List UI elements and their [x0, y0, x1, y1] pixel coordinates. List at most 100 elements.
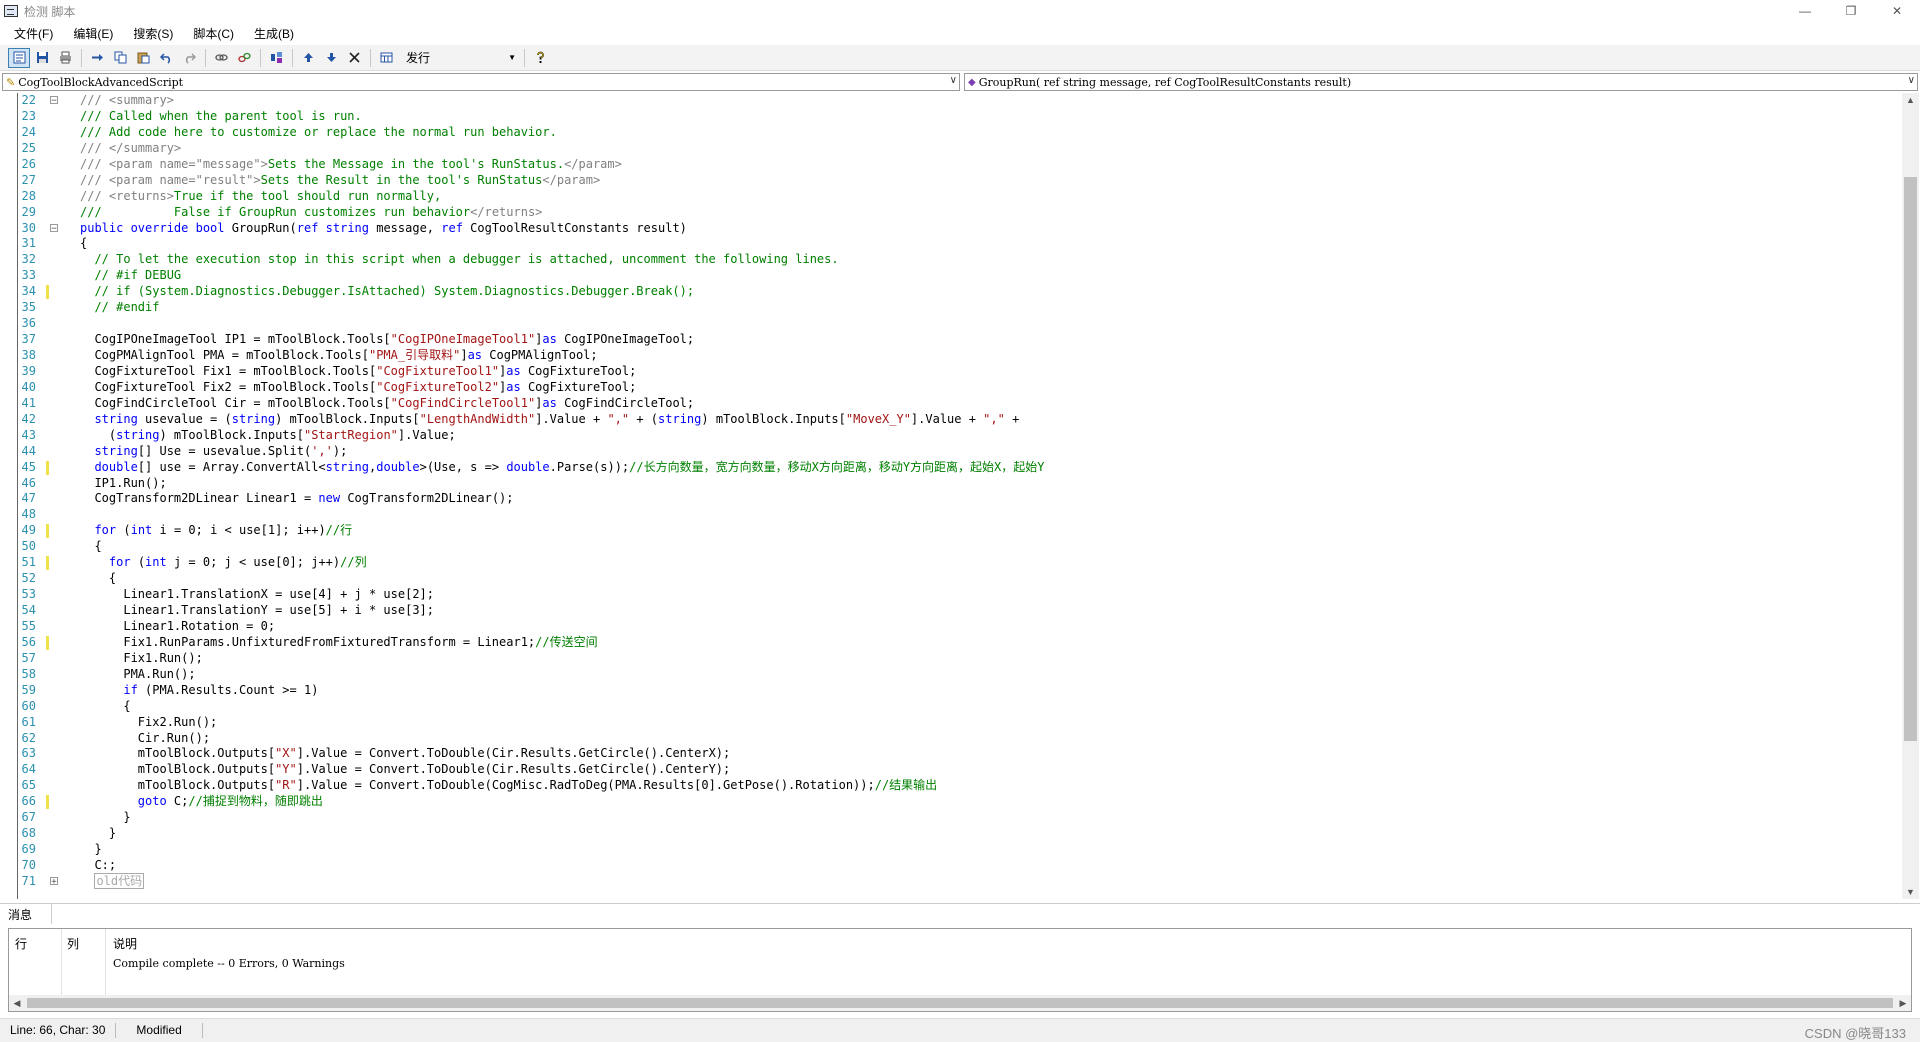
- scroll-right-icon[interactable]: ▶: [1895, 995, 1911, 1011]
- column-header-line[interactable]: 行: [15, 935, 27, 952]
- code-line[interactable]: 26 /// <param name="message">Sets the Mes…: [0, 157, 1900, 173]
- help-button[interactable]: [529, 48, 551, 68]
- code-line[interactable]: 33 // #if DEBUG: [0, 268, 1900, 284]
- menu-edit[interactable]: 编辑(E): [67, 25, 119, 42]
- code-line[interactable]: 53 Linear1.TranslationX = use[4] + j * u…: [0, 587, 1900, 603]
- code-line[interactable]: 68 }: [0, 826, 1900, 842]
- code-line[interactable]: 32 // To let the execution stop in this …: [0, 252, 1900, 268]
- code-line[interactable]: 28 /// <returns>True if the tool should r…: [0, 189, 1900, 205]
- save-button[interactable]: [31, 48, 53, 68]
- scrollbar-thumb[interactable]: [27, 998, 1893, 1008]
- code-line[interactable]: 57 Fix1.Run();: [0, 651, 1900, 667]
- horizontal-scrollbar[interactable]: ◀ ▶: [9, 995, 1911, 1011]
- code-line[interactable]: 50 {: [0, 539, 1900, 555]
- link-button[interactable]: [210, 48, 232, 68]
- menu-script[interactable]: 脚本(C): [187, 25, 240, 42]
- menu-search[interactable]: 搜索(S): [127, 25, 179, 42]
- expand-icon[interactable]: +: [50, 876, 58, 886]
- copy-button[interactable]: [109, 48, 131, 68]
- line-number: 52: [21, 571, 36, 586]
- menu-file[interactable]: 文件(F): [8, 25, 59, 42]
- code-line[interactable]: 40 CogFixtureTool Fix2 = mToolBlock.Tool…: [0, 380, 1900, 396]
- code-line[interactable]: 27 /// <param name="result">Sets the Resu…: [0, 173, 1900, 189]
- scroll-down-icon[interactable]: ▼: [1902, 885, 1919, 899]
- code-line[interactable]: 70 C:;: [0, 858, 1900, 874]
- column-header-col[interactable]: 列: [67, 935, 79, 952]
- code-line[interactable]: 46 IP1.Run();: [0, 476, 1900, 492]
- help-icon: [536, 51, 544, 63]
- code-line[interactable]: 35 // #endif: [0, 300, 1900, 316]
- paste-button[interactable]: [132, 48, 154, 68]
- code-line[interactable]: 25 /// </summary>: [0, 141, 1900, 157]
- code-line[interactable]: 69 }: [0, 842, 1900, 858]
- compile-button[interactable]: [265, 48, 287, 68]
- code-line[interactable]: 49 for (int i = 0; i < use[1]; i++)//行: [0, 523, 1900, 539]
- minimize-button[interactable]: —: [1782, 0, 1828, 22]
- undo-button[interactable]: [155, 48, 177, 68]
- line-number: 22: [21, 93, 36, 107]
- close-button[interactable]: ✕: [1874, 0, 1920, 22]
- code-line[interactable]: 34 // if (System.Diagnostics.Debugger.Is…: [0, 284, 1900, 300]
- code-line[interactable]: 38 CogPMAlignTool PMA = mToolBlock.Tools…: [0, 348, 1900, 364]
- collapse-icon[interactable]: −: [50, 96, 58, 106]
- code-line[interactable]: 60 {: [0, 699, 1900, 715]
- print-button[interactable]: [54, 48, 76, 68]
- code-line[interactable]: 56 Fix1.RunParams.UnfixturedFromFixtured…: [0, 635, 1900, 651]
- code-line[interactable]: 54 Linear1.TranslationY = use[5] + i * u…: [0, 603, 1900, 619]
- code-line[interactable]: 64 mToolBlock.Outputs["Y"].Value = Conve…: [0, 762, 1900, 778]
- indent-button[interactable]: [86, 48, 108, 68]
- build-config-select[interactable]: 发行 ▼: [402, 49, 520, 67]
- method-select[interactable]: ◆ GroupRun( ref string message, ref CogT…: [964, 73, 1918, 91]
- calculator-button[interactable]: [375, 48, 397, 68]
- class-select[interactable]: ✎ CogToolBlockAdvancedScript ∨: [2, 73, 960, 91]
- code-line[interactable]: 47 CogTransform2DLinear Linear1 = new Co…: [0, 491, 1900, 507]
- menu-build[interactable]: 生成(B): [248, 25, 300, 42]
- code-line[interactable]: 55 Linear1.Rotation = 0;: [0, 619, 1900, 635]
- code-editor[interactable]: 22 − /// <summary> 23 /// Called when the pa…: [0, 93, 1920, 899]
- code-line[interactable]: 43 (string) mToolBlock.Inputs["StartRegi…: [0, 428, 1900, 444]
- indent-icon: [91, 54, 103, 61]
- code-line[interactable]: 66 goto C;//捕捉到物料，随即跳出: [0, 794, 1900, 810]
- code-line[interactable]: 52 {: [0, 571, 1900, 587]
- code-line[interactable]: 67 }: [0, 810, 1900, 826]
- code-line[interactable]: 24 /// Add code here to customize or repl…: [0, 125, 1900, 141]
- code-text: mToolBlock.Outputs["X"].Value = Convert.…: [80, 746, 731, 761]
- script-view-button[interactable]: [8, 47, 30, 68]
- code-line[interactable]: 51 for (int j = 0; j < use[0]; j++)//列: [0, 555, 1900, 571]
- scrollbar-thumb[interactable]: [1904, 177, 1917, 741]
- code-line[interactable]: 29 /// False if GroupRun customizes run b…: [0, 205, 1900, 221]
- code-line[interactable]: 65 mToolBlock.Outputs["R"].Value = Conve…: [0, 778, 1900, 794]
- code-line[interactable]: 58 PMA.Run();: [0, 667, 1900, 683]
- vertical-scrollbar[interactable]: ▲ ▼: [1902, 93, 1919, 899]
- code-line[interactable]: 42 string usevalue = (string) mToolBlock…: [0, 412, 1900, 428]
- code-line[interactable]: 31 {: [0, 236, 1900, 252]
- delete-button[interactable]: [343, 48, 365, 68]
- code-line[interactable]: 62 Cir.Run();: [0, 731, 1900, 747]
- message-row[interactable]: Compile complete -- 0 Errors, 0 Warnings: [113, 957, 345, 970]
- tab-messages[interactable]: 消息: [0, 904, 52, 924]
- move-down-button[interactable]: [320, 48, 342, 68]
- code-line[interactable]: 41 CogFindCircleTool Cir = mToolBlock.To…: [0, 396, 1900, 412]
- code-line[interactable]: 61 Fix2.Run();: [0, 715, 1900, 731]
- restore-button[interactable]: ❐: [1828, 0, 1874, 22]
- code-line[interactable]: 36: [0, 316, 1900, 332]
- code-line[interactable]: 37 CogIPOneImageTool IP1 = mToolBlock.To…: [0, 332, 1900, 348]
- scroll-up-icon[interactable]: ▲: [1902, 93, 1919, 107]
- redo-button[interactable]: [178, 48, 200, 68]
- code-line[interactable]: 30 − public override bool GroupRun(ref str…: [0, 221, 1900, 237]
- code-line[interactable]: 23 /// Called when the parent tool is run…: [0, 109, 1900, 125]
- collapse-icon[interactable]: −: [50, 223, 58, 233]
- code-line[interactable]: 48: [0, 507, 1900, 523]
- move-up-button[interactable]: [297, 48, 319, 68]
- code-line[interactable]: 71 + old代码: [0, 872, 1900, 890]
- code-line[interactable]: 22 − /// <summary>: [0, 93, 1900, 109]
- column-header-description[interactable]: 说明: [113, 935, 137, 952]
- unlink-button[interactable]: [233, 48, 255, 68]
- code-line[interactable]: 39 CogFixtureTool Fix1 = mToolBlock.Tool…: [0, 364, 1900, 380]
- code-line[interactable]: 44 string[] Use = usevalue.Split(',');: [0, 444, 1900, 460]
- scroll-left-icon[interactable]: ◀: [9, 995, 25, 1011]
- code-line[interactable]: 59 if (PMA.Results.Count >= 1): [0, 683, 1900, 699]
- line-number: 33: [21, 268, 36, 283]
- code-line[interactable]: 63 mToolBlock.Outputs["X"].Value = Conve…: [0, 746, 1900, 762]
- code-line[interactable]: 45 double[] use = Array.ConvertAll<strin…: [0, 460, 1900, 476]
